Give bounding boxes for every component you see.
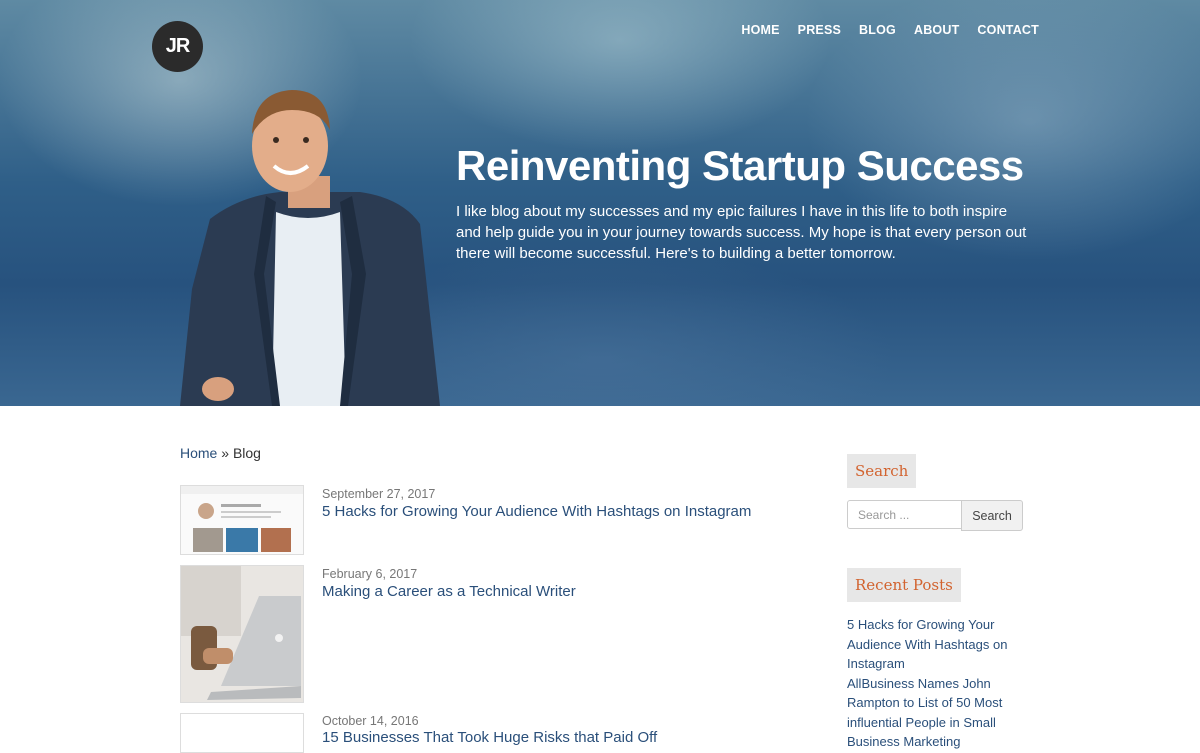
search-input[interactable] <box>847 500 962 529</box>
post-thumbnail[interactable] <box>180 485 304 555</box>
nav-about[interactable]: ABOUT <box>914 23 959 37</box>
hero-title: Reinventing Startup Success <box>456 142 1024 189</box>
site-logo[interactable]: JR <box>152 21 203 72</box>
breadcrumb-home-link[interactable]: Home <box>180 445 217 461</box>
portrait-shirt <box>272 212 346 406</box>
author-portrait <box>180 90 440 406</box>
hero-banner: JR HOME PRESS BLOG ABOUT CONTACT Reinven… <box>0 0 1200 406</box>
post-thumbnail[interactable] <box>180 713 304 753</box>
nav-press[interactable]: PRESS <box>798 23 841 37</box>
portrait-hand <box>202 377 234 401</box>
hero-description: I like blog about my successes and my ep… <box>456 203 1027 262</box>
breadcrumb-separator: » <box>217 445 233 461</box>
post-title-link[interactable]: 5 Hacks for Growing Your Audience With H… <box>322 503 751 520</box>
post-title-link[interactable]: Making a Career as a Technical Writer <box>322 583 576 600</box>
post-date: September 27, 2017 <box>322 487 436 501</box>
recent-posts-title: Recent Posts <box>847 568 961 602</box>
instagram-screenshot-image <box>181 486 303 554</box>
laptop-photo-image <box>181 566 303 702</box>
recent-post-item: AllBusiness Names John Rampton to List o… <box>847 674 1027 752</box>
recent-post-item: 5 Hacks for Growing Your Audience With H… <box>847 615 1027 674</box>
recent-post-link[interactable]: 5 Hacks for Growing Your Audience With H… <box>847 617 1007 671</box>
post-date: February 6, 2017 <box>322 567 418 581</box>
nav-contact[interactable]: CONTACT <box>977 23 1039 37</box>
search-widget-title: Search <box>847 454 917 488</box>
post-thumbnail[interactable] <box>180 565 304 703</box>
search-button[interactable]: Search <box>961 500 1023 531</box>
main-nav: HOME PRESS BLOG ABOUT CONTACT <box>741 23 1039 37</box>
post-date: October 14, 2016 <box>322 714 419 728</box>
breadcrumb-current: Blog <box>232 445 261 461</box>
nav-blog[interactable]: BLOG <box>859 23 896 37</box>
breadcrumb: Home » Blog <box>180 445 261 461</box>
nav-home[interactable]: HOME <box>741 23 779 37</box>
recent-posts-list: 5 Hacks for Growing Your Audience With H… <box>847 615 1027 752</box>
